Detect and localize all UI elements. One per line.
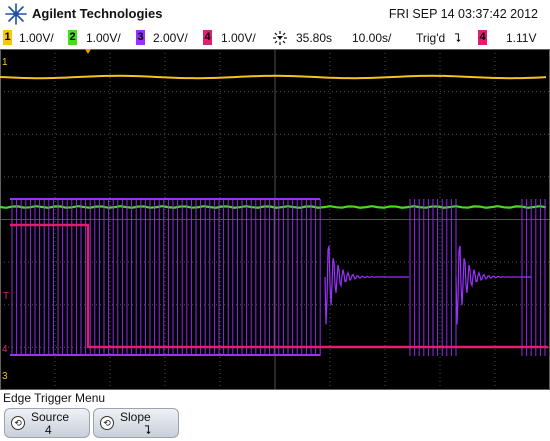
time-scale: 10.00s/ xyxy=(352,31,392,45)
channel-1-marker: 1 xyxy=(2,57,8,68)
softkey-label: Slope xyxy=(120,410,151,424)
channel-3-ringing xyxy=(324,245,410,325)
softkey-label: Source xyxy=(31,410,70,424)
brand-name: Agilent Technologies xyxy=(32,6,163,21)
menu-title: Edge Trigger Menu xyxy=(3,391,106,405)
time-delay: 35.80s xyxy=(296,31,333,45)
softkey-bar: ⟲ Source 4 ⟲ Slope ⮧ xyxy=(0,407,550,441)
status-bar: 1 1.00V/ 2 1.00V/ 3 2.00V/ 4 1.00V/ 35.8… xyxy=(0,28,550,47)
channel-3-ringing xyxy=(455,245,532,325)
channel-1-badge[interactable]: 1 xyxy=(3,30,12,45)
agilent-spark-logo-icon xyxy=(5,3,27,25)
channel-3-pulses xyxy=(11,199,546,356)
rotate-knob-icon: ⟲ xyxy=(11,416,25,430)
channel-3-badge[interactable]: 3 xyxy=(136,30,145,45)
menu-title-bar: Edge Trigger Menu xyxy=(0,390,550,407)
trigger-level-marker: T xyxy=(3,291,9,302)
channel-2-badge[interactable]: 2 xyxy=(68,30,77,45)
channel-4-scale: 1.00V/ xyxy=(221,31,256,45)
trigger-slope-icon: ⮧ xyxy=(454,31,462,45)
waveform-display[interactable]: 1 4 3 T xyxy=(0,49,550,390)
channel-2-scale: 1.00V/ xyxy=(86,31,121,45)
trigger-position-marker xyxy=(85,49,91,54)
time-reference-icon xyxy=(273,31,287,45)
waveform-graticule: 1 4 3 T xyxy=(0,49,550,390)
trigger-level: 1.11V xyxy=(506,31,537,45)
channel-3-marker: 3 xyxy=(2,371,8,382)
channel-4-marker: 4 xyxy=(2,344,8,355)
trigger-state: Trig'd xyxy=(416,31,446,45)
channel-4-badge[interactable]: 4 xyxy=(203,30,212,45)
channel-2-trace xyxy=(0,205,547,209)
softkey-value: ⮧ xyxy=(144,423,152,437)
source-softkey[interactable]: ⟲ Source 4 xyxy=(4,408,90,438)
date-time: FRI SEP 14 03:37:42 2012 xyxy=(388,7,538,21)
channel-1-scale: 1.00V/ xyxy=(19,31,54,45)
rotate-knob-icon: ⟲ xyxy=(100,416,114,430)
trigger-source-badge: 4 xyxy=(478,30,487,45)
slope-softkey[interactable]: ⟲ Slope ⮧ xyxy=(93,408,179,438)
softkey-value: 4 xyxy=(45,423,52,437)
title-bar: Agilent Technologies FRI SEP 14 03:37:42… xyxy=(0,0,550,28)
channel-1-trace xyxy=(0,74,547,80)
channel-3-scale: 2.00V/ xyxy=(153,31,188,45)
